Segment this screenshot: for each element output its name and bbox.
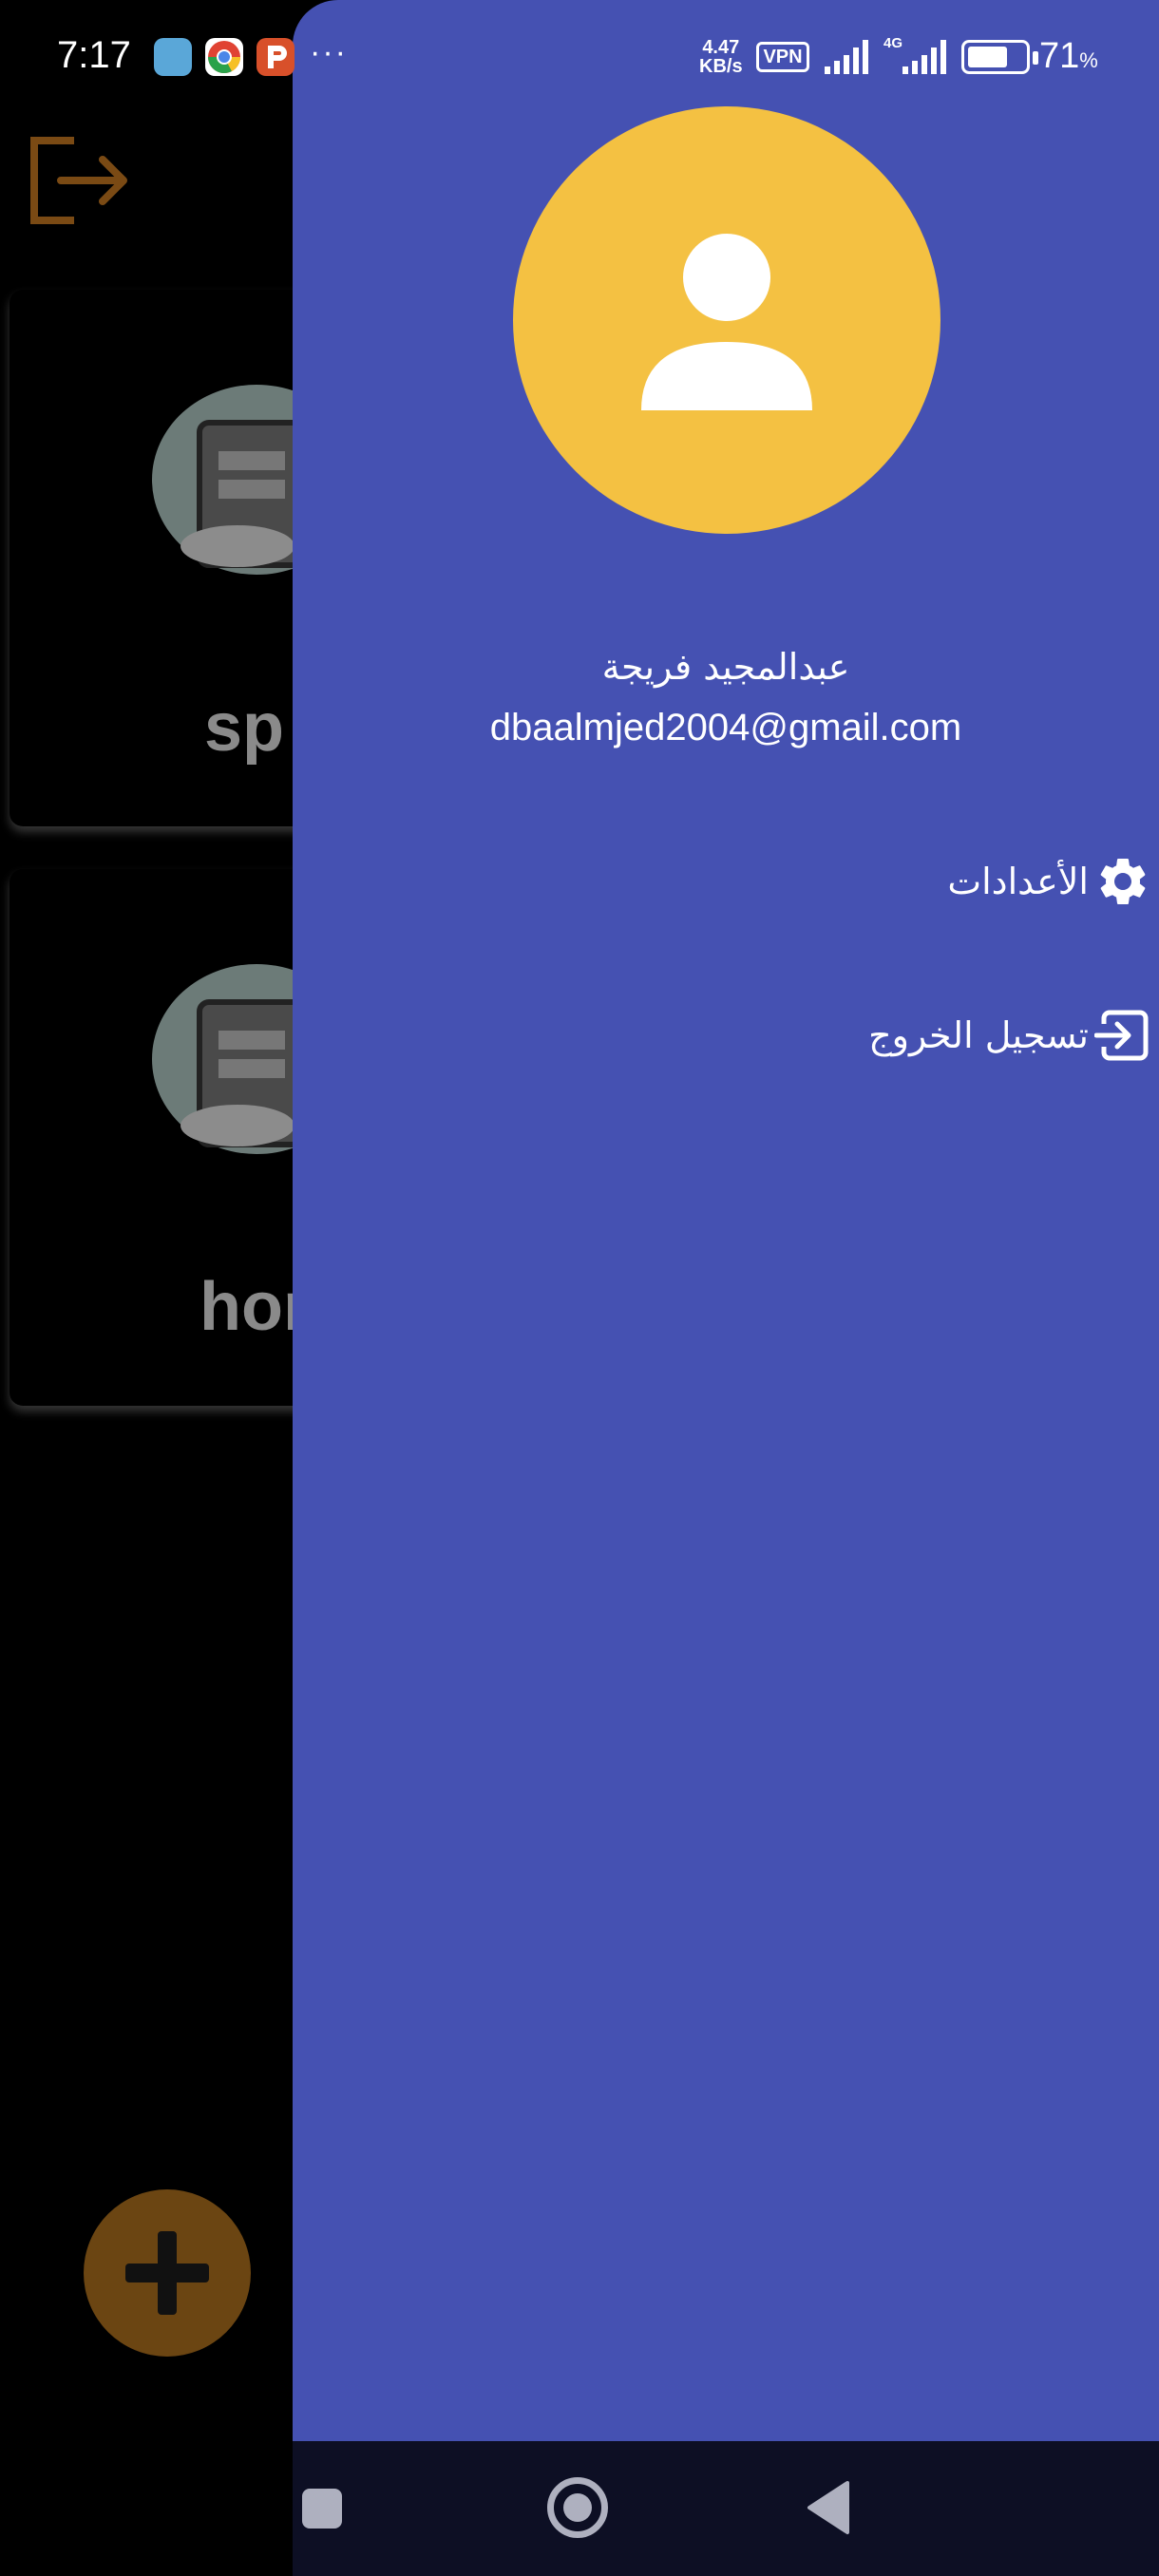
signal-icon (825, 40, 868, 74)
vpn-badge: VPN (756, 42, 809, 72)
menu-item-label: الأعدادات (947, 861, 1089, 902)
battery-percent-value: 71 (1039, 36, 1080, 76)
logout-icon (1094, 1010, 1149, 1061)
logout-icon[interactable] (28, 133, 133, 228)
chrome-icon (205, 38, 243, 76)
gear-icon (1100, 859, 1146, 904)
signal-4g-icon: 4G (884, 35, 946, 74)
status-time: 7:17 (57, 34, 131, 76)
back-button[interactable] (806, 2479, 853, 2536)
user-email: dbaalmjed2004@gmail.com (489, 707, 962, 748)
net-speed-value: 4.47 (702, 37, 740, 58)
card-title: sp (204, 690, 285, 766)
battery-fill (968, 47, 1007, 67)
status-bar: 7:17 ··· 4.47 KB/s VPN 4G 71% (0, 0, 1159, 114)
more-notifications-icon: ··· (310, 34, 348, 70)
battery-percent-sign: % (1079, 48, 1098, 72)
network-type-label: 4G (884, 35, 902, 51)
battery-percent: 71% (1039, 36, 1098, 77)
recents-button[interactable] (302, 2489, 342, 2529)
telegram-icon (154, 38, 192, 76)
user-name: عبدالمجيد فريجة (601, 646, 850, 688)
battery-icon (961, 40, 1038, 74)
home-button[interactable] (547, 2477, 608, 2538)
plus-icon (125, 2231, 209, 2315)
menu-item-logout[interactable]: تسجيل الخروج (868, 997, 1151, 1073)
menu-item-label: تسجيل الخروج (868, 1014, 1089, 1056)
net-speed: 4.47 KB/s (699, 38, 743, 76)
p-app-icon (256, 38, 294, 76)
add-button[interactable] (84, 2189, 251, 2357)
net-speed-unit: KB/s (699, 56, 743, 77)
system-nav-bar (293, 2441, 1159, 2576)
menu-item-settings[interactable]: الأعدادات (947, 843, 1151, 919)
person-icon (641, 234, 812, 410)
avatar[interactable] (513, 106, 940, 534)
